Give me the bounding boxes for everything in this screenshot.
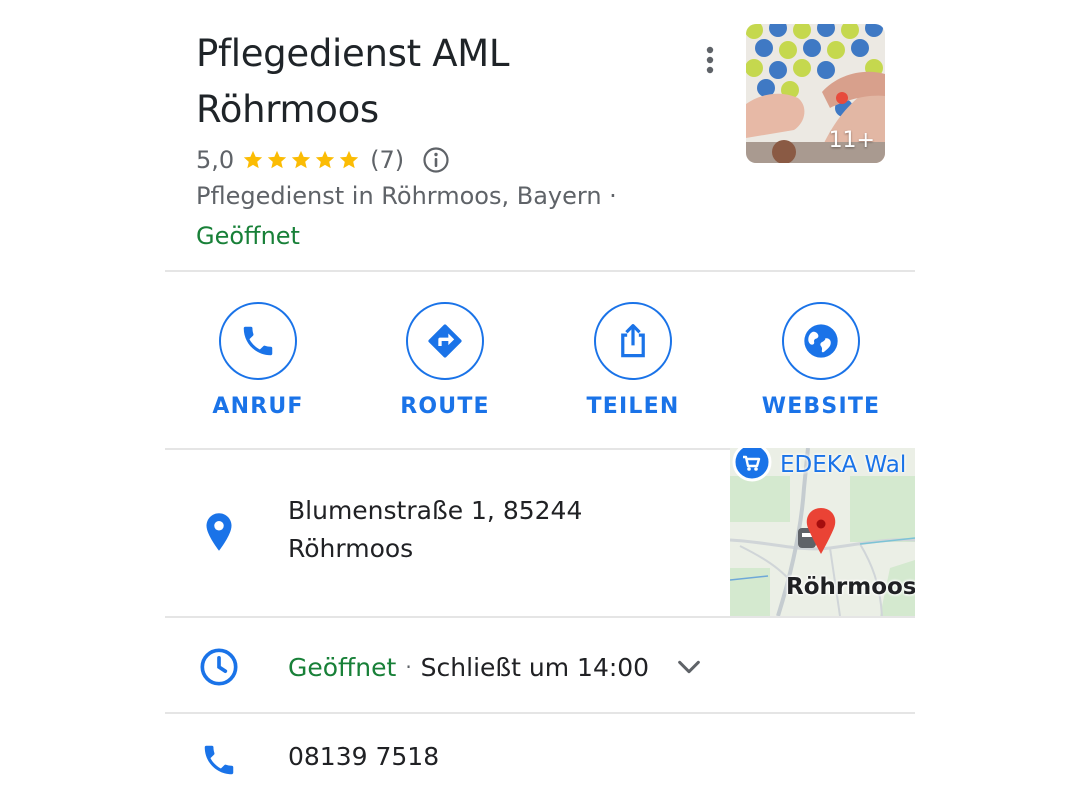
address-line-1: Blumenstraße 1, 85244: [288, 496, 583, 525]
star-icon: [316, 150, 335, 169]
hours-closes-text: Schließt um 14:00: [420, 652, 650, 682]
phone-icon: [204, 745, 234, 775]
website-action-button[interactable]: WEBSITE: [746, 302, 896, 419]
address-icon-wrap: [197, 510, 241, 554]
star-icon: [292, 150, 311, 169]
divider: [165, 270, 915, 272]
place-details-page: Pflegedienst AML Röhrmoos 11+ 5,0 (7) Pf…: [0, 0, 1080, 800]
route-action-circle: [406, 302, 484, 380]
place-category: Pflegedienst in Röhrmoos, Bayern ·: [196, 182, 617, 210]
divider: [165, 616, 915, 618]
more-vert-icon: [706, 46, 714, 74]
open-status: Geöffnet: [196, 222, 300, 250]
website-action-circle: [782, 302, 860, 380]
call-action-circle: [219, 302, 297, 380]
directions-icon: [428, 324, 462, 358]
review-count[interactable]: (7): [370, 146, 404, 174]
globe-icon: [804, 324, 838, 358]
call-action-label: ANRUF: [212, 394, 304, 419]
location-pin-icon: [206, 513, 232, 551]
route-action-label: ROUTE: [400, 394, 490, 419]
rating-row: 5,0 (7): [196, 143, 450, 177]
website-action-label: WEBSITE: [761, 394, 881, 419]
clock-icon: [200, 648, 238, 686]
more-options-button[interactable]: [695, 40, 725, 80]
star-icon: [244, 150, 263, 169]
share-icon: [621, 324, 645, 358]
map-place-label: Röhrmoos: [786, 574, 915, 600]
chevron-down-icon[interactable]: [675, 653, 703, 681]
address-line-2: Röhrmoos: [288, 534, 414, 563]
call-action-button[interactable]: ANRUF: [183, 302, 333, 419]
place-photo-thumbnail[interactable]: 11+: [746, 24, 885, 163]
place-card: Pflegedienst AML Röhrmoos 11+ 5,0 (7) Pf…: [165, 0, 915, 800]
route-action-button[interactable]: ROUTE: [370, 302, 520, 419]
hours-separator: ·: [405, 655, 412, 679]
phone-number[interactable]: 08139 7518: [288, 742, 439, 771]
phone-icon: [243, 326, 273, 356]
hours-icon-wrap: [197, 645, 241, 689]
opening-hours[interactable]: Geöffnet · Schließt um 14:00: [288, 650, 703, 684]
divider: [165, 712, 915, 714]
star-icon: [340, 150, 359, 169]
share-action-button[interactable]: TEILEN: [558, 302, 708, 419]
rating-value: 5,0: [196, 146, 235, 174]
map-preview[interactable]: EDEKA Wal Röhrmoos: [730, 448, 915, 616]
share-action-circle: [594, 302, 672, 380]
phone-row-icon-wrap: [197, 738, 241, 782]
map-poi-label: EDEKA Wal: [780, 452, 907, 478]
address-text[interactable]: Blumenstraße 1, 85244 Röhrmoos: [288, 492, 582, 568]
share-action-label: TEILEN: [586, 394, 680, 419]
rating-stars: [242, 149, 360, 171]
place-title: Pflegedienst AML Röhrmoos: [196, 32, 510, 131]
hours-open-status: Geöffnet: [288, 652, 397, 682]
info-icon[interactable]: [422, 146, 450, 174]
star-icon: [268, 150, 287, 169]
photo-count-label: 11+: [828, 128, 875, 153]
